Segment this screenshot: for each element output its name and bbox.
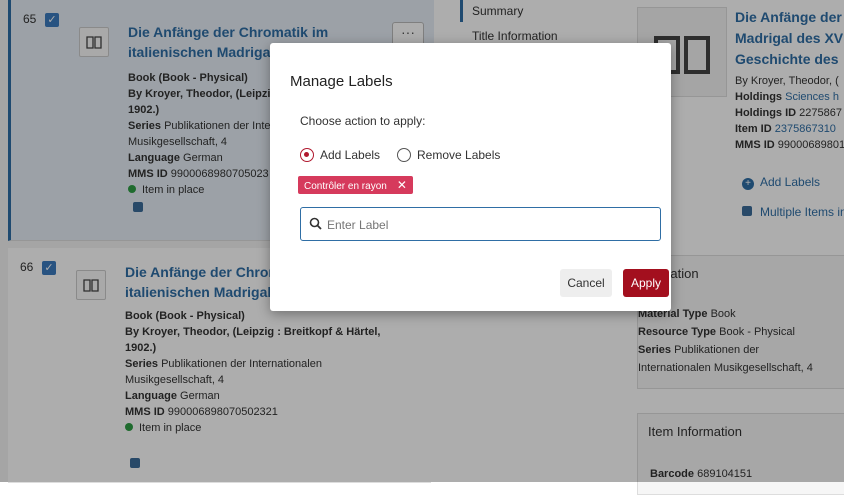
dialog-title: Manage Labels <box>290 73 393 90</box>
selected-label-chip: Contrôler en rayon ✕ <box>298 176 413 194</box>
remove-labels-radio[interactable] <box>397 148 411 162</box>
add-labels-label[interactable]: Add Labels <box>320 148 380 162</box>
add-labels-radio[interactable] <box>300 148 314 162</box>
remove-labels-label[interactable]: Remove Labels <box>417 148 500 162</box>
dialog-subtitle: Choose action to apply: <box>300 114 426 128</box>
apply-button[interactable]: Apply <box>623 269 669 297</box>
manage-labels-dialog: Manage Labels Choose action to apply: Ad… <box>270 43 671 311</box>
label-search-input[interactable] <box>325 214 649 236</box>
search-icon <box>309 217 322 230</box>
chip-text: Contrôler en rayon <box>304 181 387 192</box>
label-search-field[interactable] <box>300 207 661 241</box>
chip-remove-icon[interactable]: ✕ <box>397 178 407 192</box>
cancel-button[interactable]: Cancel <box>560 269 612 297</box>
